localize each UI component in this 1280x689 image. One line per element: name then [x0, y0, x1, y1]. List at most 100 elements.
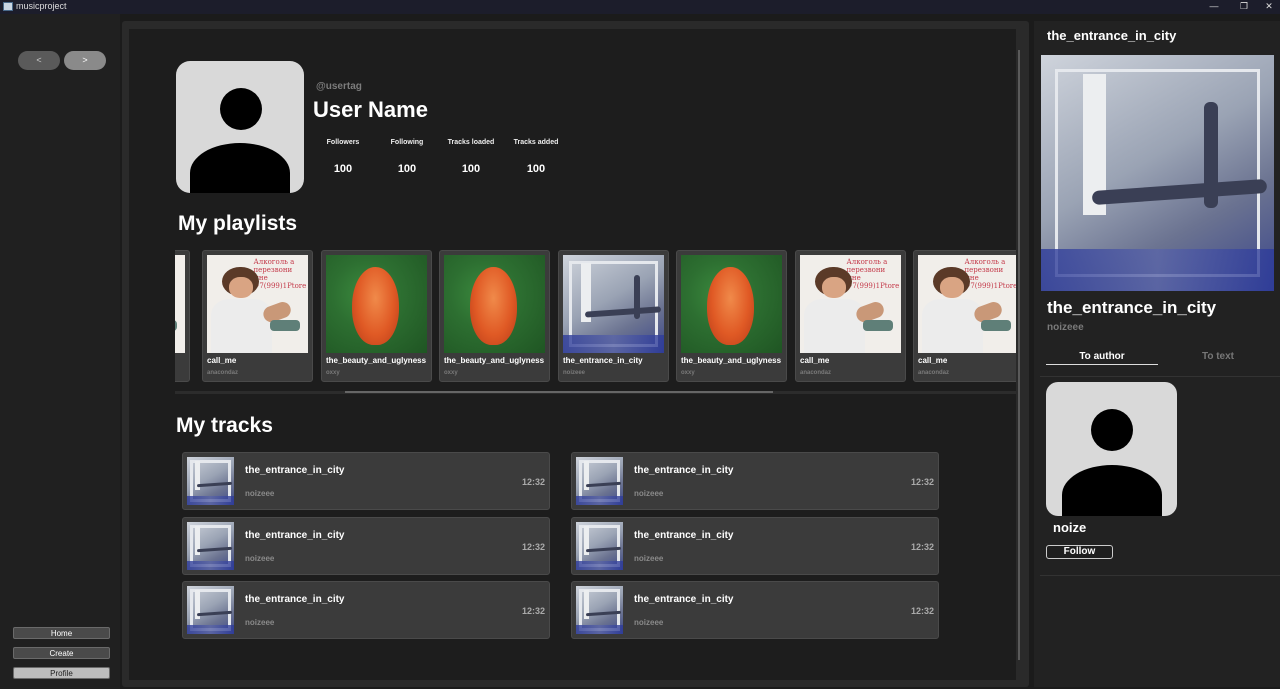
- track-title: the_entrance_in_city: [245, 530, 345, 541]
- playlist-card[interactable]: the_entrance_in_city noizeee: [558, 250, 669, 382]
- tracks-heading: My tracks: [176, 414, 273, 437]
- playlist-author: anacondaz: [918, 370, 950, 376]
- track-cover: [187, 522, 234, 570]
- user-tag: @usertag: [316, 81, 362, 92]
- author-avatar[interactable]: [1046, 382, 1177, 516]
- stat-tracks-added-label: Tracks added: [513, 139, 559, 146]
- track-title: the_entrance_in_city: [634, 530, 734, 541]
- track-author: noizeee: [634, 489, 664, 498]
- track-title: the_entrance_in_city: [634, 465, 734, 476]
- stat-followers-value: 100: [333, 163, 353, 175]
- profile-button[interactable]: Profile: [13, 667, 110, 679]
- track-duration: 12:32: [910, 542, 934, 552]
- playlist-title: the_beauty_and_uglyness: [444, 356, 545, 365]
- cover-text: Алкоголь а перезвони мне +7(999)1Ptore: [846, 257, 900, 290]
- playlist-card[interactable]: the_beauty_and_uglyness oxxy: [321, 250, 432, 382]
- track-row[interactable]: the_entrance_in_city noizeee 12:32: [182, 517, 550, 575]
- stat-tracks-loaded-label: Tracks loaded: [447, 139, 495, 146]
- playlists-heading: My playlists: [178, 212, 298, 235]
- vertical-scrollbar[interactable]: [1018, 50, 1020, 660]
- stat-following-value: 100: [397, 163, 417, 175]
- track-row[interactable]: the_entrance_in_city noizeee 12:32: [182, 581, 550, 639]
- playlist-title: the_beauty_and_uglyness: [681, 356, 782, 365]
- track-cover: [576, 457, 623, 505]
- playlist-cover: [563, 255, 664, 353]
- app-icon: [3, 2, 13, 11]
- playlist-cover: Алкоголь а перезвони мне +7(999)1Ptore: [918, 255, 1016, 353]
- active-tab-indicator: [1046, 364, 1158, 365]
- playlist-title: the_entrance_in_city: [563, 356, 643, 365]
- track-cover: [187, 457, 234, 505]
- sidebar: < > Home Create Profile: [0, 14, 120, 689]
- author-name: noize: [1053, 520, 1087, 535]
- track-row[interactable]: the_entrance_in_city noizeee 12:32: [571, 581, 939, 639]
- playlist-carousel: Алкоголь а перезвони мне +7(999)1Ptore c…: [175, 250, 1016, 384]
- playlist-card[interactable]: [175, 250, 190, 382]
- divider: [1040, 575, 1280, 576]
- track-title: the_entrance_in_city: [245, 465, 345, 476]
- follow-button[interactable]: Follow: [1046, 545, 1113, 559]
- home-button[interactable]: Home: [13, 627, 110, 639]
- track-duration: 12:32: [521, 542, 545, 552]
- now-playing-author[interactable]: noizeee: [1047, 322, 1084, 333]
- track-author: noizeee: [634, 554, 664, 563]
- playlist-card[interactable]: the_beauty_and_uglyness oxxy: [676, 250, 787, 382]
- tab-to-author[interactable]: To author: [1046, 351, 1158, 362]
- tab-to-text[interactable]: To text: [1162, 351, 1274, 362]
- track-cover: [576, 522, 623, 570]
- track-title: the_entrance_in_city: [245, 594, 345, 605]
- track-row[interactable]: the_entrance_in_city noizeee 12:32: [571, 517, 939, 575]
- playlist-author: anacondaz: [207, 370, 239, 376]
- forward-button[interactable]: >: [64, 51, 106, 70]
- playlist-author: oxxy: [326, 370, 340, 376]
- playlist-card[interactable]: Алкоголь а перезвони мне +7(999)1Ptore c…: [795, 250, 906, 382]
- track-cover: [187, 586, 234, 634]
- playlist-title: the_beauty_and_uglyness: [326, 356, 427, 365]
- playlist-cover: [175, 255, 185, 353]
- avatar-body: [1062, 465, 1162, 516]
- cover-text: Алкоголь а перезвони мне +7(999)1Ptore: [253, 257, 307, 290]
- user-name: User Name: [313, 97, 428, 122]
- playlist-title: call_me: [207, 356, 237, 365]
- track-duration: 12:32: [910, 606, 934, 616]
- profile-avatar: [176, 61, 304, 193]
- create-button[interactable]: Create: [13, 647, 110, 659]
- window-title: musicproject: [16, 1, 67, 11]
- title-bar: musicproject — ❐ ✕: [0, 0, 1280, 14]
- playlist-card[interactable]: the_beauty_and_uglyness oxxy: [439, 250, 550, 382]
- avatar-head: [220, 88, 262, 130]
- stat-followers-label: Followers: [326, 139, 360, 146]
- playlist-author: oxxy: [444, 370, 458, 376]
- track-author: noizeee: [245, 618, 275, 627]
- playlist-title: call_me: [800, 356, 830, 365]
- track-author: noizeee: [245, 489, 275, 498]
- track-duration: 12:32: [910, 477, 934, 487]
- track-duration: 12:32: [521, 477, 545, 487]
- track-cover: [576, 586, 623, 634]
- playlist-author: anacondaz: [800, 370, 832, 376]
- playlist-card[interactable]: Алкоголь а перезвони мне +7(999)1Ptore c…: [202, 250, 313, 382]
- now-playing-title: the_entrance_in_city: [1047, 298, 1217, 317]
- playlist-cover: Алкоголь а перезвони мне +7(999)1Ptore: [800, 255, 901, 353]
- track-author: noizeee: [634, 618, 664, 627]
- close-button[interactable]: ✕: [1252, 0, 1280, 14]
- divider: [1040, 376, 1280, 377]
- track-row[interactable]: the_entrance_in_city noizeee 12:32: [571, 452, 939, 510]
- now-playing-cover: [1041, 55, 1274, 291]
- back-button[interactable]: <: [18, 51, 60, 70]
- playlist-author: noizeee: [563, 370, 586, 376]
- stat-tracks-loaded-value: 100: [461, 163, 481, 175]
- now-playing-header: the_entrance_in_city: [1047, 28, 1177, 43]
- track-author: noizeee: [245, 554, 275, 563]
- playlist-card[interactable]: Алкоголь а перезвони мне +7(999)1Ptore c…: [913, 250, 1016, 382]
- avatar-head: [1091, 409, 1133, 451]
- stat-tracks-added-value: 100: [526, 163, 546, 175]
- minimize-button[interactable]: —: [1197, 0, 1231, 14]
- track-row[interactable]: the_entrance_in_city noizeee 12:32: [182, 452, 550, 510]
- track-title: the_entrance_in_city: [634, 594, 734, 605]
- avatar-body: [190, 143, 290, 193]
- playlist-scroll-thumb[interactable]: [345, 391, 773, 393]
- stat-following-label: Following: [390, 139, 424, 146]
- track-duration: 12:32: [521, 606, 545, 616]
- playlist-title: call_me: [918, 356, 948, 365]
